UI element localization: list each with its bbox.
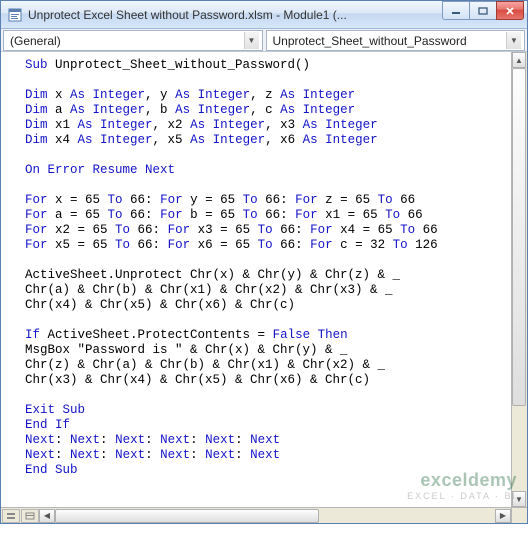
chevron-down-icon: ▼ [506, 32, 521, 49]
procedure-dropdown[interactable]: Unprotect_Sheet_without_Password ▼ [266, 30, 526, 51]
close-button[interactable] [496, 1, 524, 20]
object-dropdown-label: (General) [10, 34, 244, 48]
window: Unprotect Excel Sheet without Password.x… [0, 0, 528, 524]
vba-module-icon [7, 7, 23, 23]
watermark-tagline: EXCEL · DATA · BI [407, 491, 517, 501]
code-toolbar: (General) ▼ Unprotect_Sheet_without_Pass… [1, 29, 527, 52]
maximize-button[interactable] [469, 1, 497, 20]
scroll-thumb[interactable] [512, 68, 526, 406]
view-mode-buttons [1, 507, 39, 523]
full-module-view-button[interactable] [21, 509, 39, 523]
scroll-down-button[interactable]: ▼ [512, 491, 526, 507]
chevron-down-icon: ▼ [244, 32, 259, 49]
scroll-left-button[interactable]: ◀ [39, 509, 55, 523]
titlebar[interactable]: Unprotect Excel Sheet without Password.x… [1, 1, 527, 29]
code-area: Sub Unprotect_Sheet_without_Password() D… [1, 52, 527, 523]
horizontal-scrollbar[interactable]: ◀ ▶ [39, 507, 511, 523]
scroll-right-button[interactable]: ▶ [495, 509, 511, 523]
scroll-corner [511, 507, 527, 523]
minimize-button[interactable] [442, 1, 470, 20]
window-title: Unprotect Excel Sheet without Password.x… [28, 8, 443, 22]
scroll-up-button[interactable]: ▲ [512, 52, 526, 68]
scroll-track[interactable] [512, 68, 526, 491]
scroll-thumb[interactable] [55, 509, 319, 523]
vertical-scrollbar[interactable]: ▲ ▼ [511, 52, 527, 507]
window-controls [443, 1, 524, 21]
procedure-dropdown-label: Unprotect_Sheet_without_Password [273, 34, 507, 48]
procedure-view-button[interactable] [2, 509, 20, 523]
object-dropdown[interactable]: (General) ▼ [3, 30, 263, 51]
scroll-track[interactable] [55, 509, 495, 523]
code-editor[interactable]: Sub Unprotect_Sheet_without_Password() D… [1, 52, 527, 484]
